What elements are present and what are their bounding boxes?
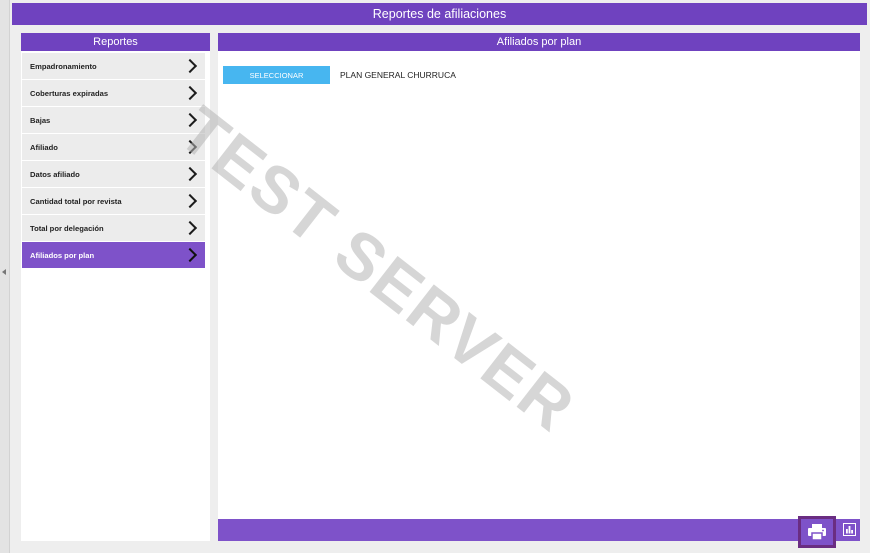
reports-panel-title: Reportes	[93, 36, 138, 48]
sidebar-collapse-strip[interactable]	[0, 0, 10, 553]
bar-chart-icon	[843, 523, 856, 536]
menu-item-coberturas-expiradas[interactable]: Coberturas expiradas	[22, 80, 205, 106]
app-title: Reportes de afiliaciones	[372, 7, 507, 21]
report-footer-bar	[218, 519, 860, 541]
menu-item-label: Bajas	[30, 115, 51, 125]
report-panel-header: Afiliados por plan	[218, 33, 860, 51]
chevron-right-icon	[182, 193, 198, 209]
menu-item-label: Datos afiliado	[30, 169, 80, 179]
menu-item-total-por-delegacion[interactable]: Total por delegación	[22, 215, 205, 241]
chevron-right-icon	[182, 58, 198, 74]
selected-plan-name: PLAN GENERAL CHURRUCA	[340, 70, 456, 80]
reports-panel-header: Reportes	[21, 33, 210, 51]
menu-item-empadronamiento[interactable]: Empadronamiento	[22, 53, 205, 79]
menu-item-afiliado[interactable]: Afiliado	[22, 134, 205, 160]
chevron-right-icon	[182, 112, 198, 128]
report-panel-title: Afiliados por plan	[496, 36, 582, 48]
chevron-right-icon	[182, 220, 198, 236]
printer-icon	[808, 524, 826, 541]
reports-panel: Reportes Empadronamiento Coberturas expi…	[21, 33, 210, 541]
app-title-bar: Reportes de afiliaciones	[12, 3, 867, 25]
menu-item-label: Empadronamiento	[30, 61, 97, 71]
chart-button[interactable]	[840, 520, 859, 539]
chevron-right-icon	[182, 139, 198, 155]
menu-item-afiliados-por-plan[interactable]: Afiliados por plan	[22, 242, 205, 268]
reports-menu: Empadronamiento Coberturas expiradas Baj…	[21, 53, 210, 268]
menu-item-label: Afiliado	[30, 142, 58, 152]
report-content-panel: Afiliados por plan SELECCIONAR PLAN GENE…	[218, 33, 860, 541]
menu-item-datos-afiliado[interactable]: Datos afiliado	[22, 161, 205, 187]
caret-left-icon[interactable]	[2, 269, 6, 275]
chevron-right-icon	[182, 85, 198, 101]
print-button[interactable]	[798, 516, 836, 548]
menu-item-label: Afiliados por plan	[30, 250, 95, 260]
menu-item-label: Total por delegación	[30, 223, 104, 233]
plan-select-row: SELECCIONAR PLAN GENERAL CHURRUCA	[223, 66, 456, 84]
select-plan-button[interactable]: SELECCIONAR	[223, 66, 330, 84]
menu-item-bajas[interactable]: Bajas	[22, 107, 205, 133]
menu-item-label: Coberturas expiradas	[30, 88, 109, 98]
menu-item-cantidad-total-por-revista[interactable]: Cantidad total por revista	[22, 188, 205, 214]
chevron-right-icon	[182, 166, 198, 182]
chevron-right-icon	[182, 247, 198, 263]
menu-item-label: Cantidad total por revista	[30, 196, 122, 206]
